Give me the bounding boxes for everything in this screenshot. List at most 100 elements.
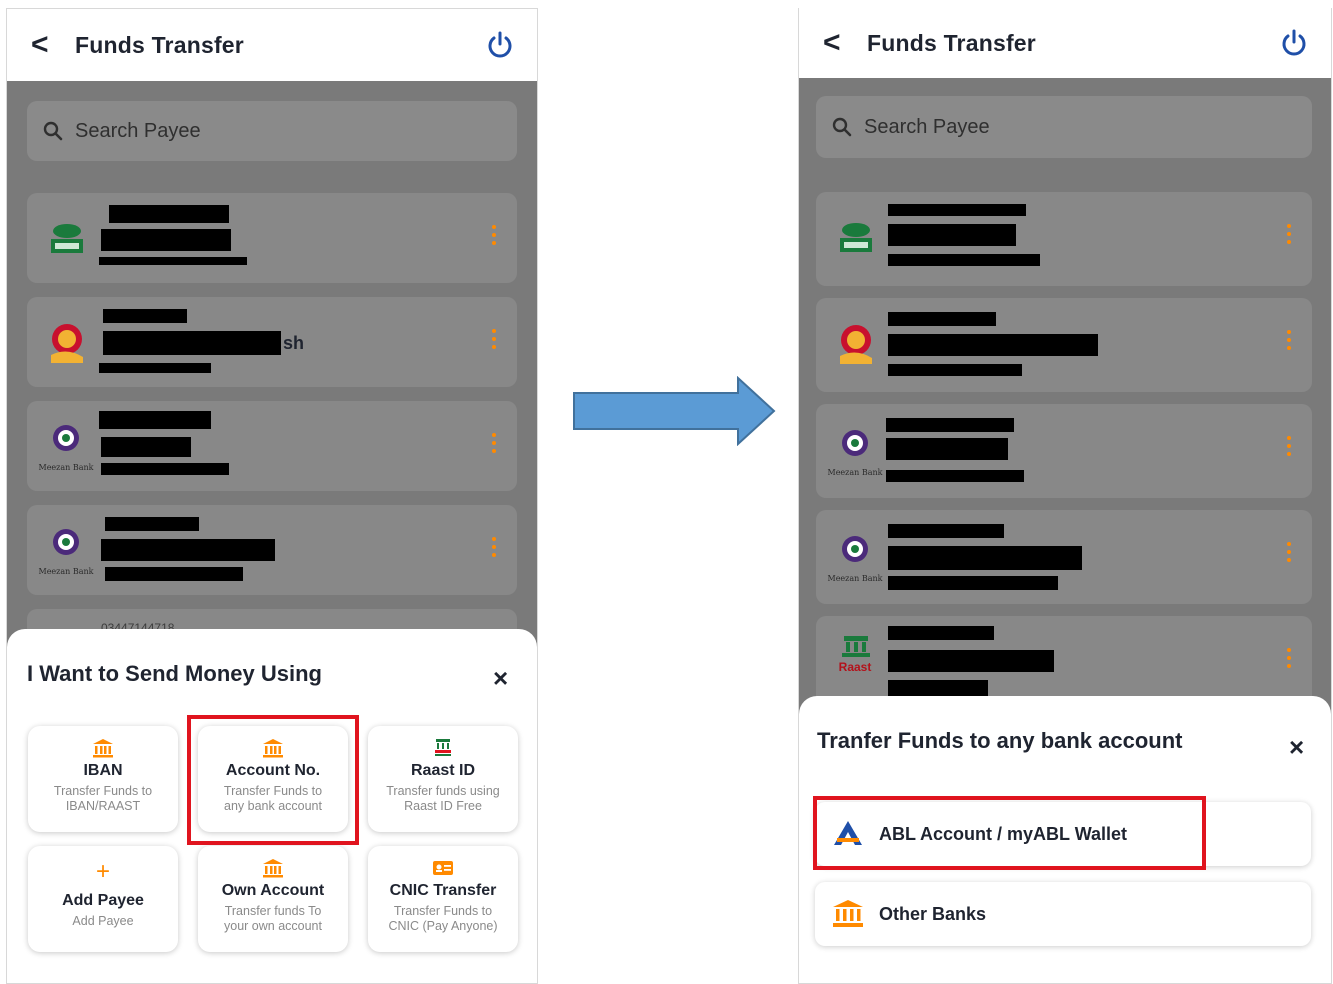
search-icon	[43, 121, 63, 141]
redacted-text	[888, 254, 1040, 266]
more-options-icon[interactable]	[491, 225, 497, 247]
plus-icon: +	[95, 858, 110, 885]
meezan-logo-icon	[842, 536, 868, 562]
power-icon[interactable]	[485, 30, 515, 60]
redacted-text	[888, 204, 1026, 216]
option-subtitle: Transfer funds using	[386, 784, 500, 798]
redacted-text	[886, 418, 1014, 432]
sheet-title: I Want to Send Money Using	[27, 661, 322, 686]
app-bar: < Funds Transfer	[799, 8, 1331, 78]
option-subtitle: any bank account	[224, 799, 322, 813]
more-options-icon[interactable]	[1286, 648, 1292, 670]
payee-row[interactable]: sh	[27, 297, 517, 387]
option-iban[interactable]: IBAN Transfer Funds to IBAN/RAAST	[28, 726, 178, 832]
close-button[interactable]: ×	[493, 665, 508, 691]
bank-icon	[263, 859, 283, 878]
meezan-logo-icon	[53, 529, 79, 555]
id-card-icon	[433, 861, 453, 875]
bank-logo-caption: Meezan Bank	[827, 574, 883, 583]
option-label: ABL Account / myABL Wallet	[879, 823, 1128, 844]
option-subtitle: Transfer Funds to	[53, 784, 153, 798]
more-options-icon[interactable]	[1286, 224, 1292, 246]
bank-icon	[263, 739, 283, 758]
search-input[interactable]: Search Payee	[816, 96, 1312, 158]
option-account-no[interactable]: Account No. Transfer Funds to any bank a…	[198, 726, 348, 832]
other-banks-option[interactable]: Other Banks	[815, 882, 1311, 946]
more-options-icon[interactable]	[491, 537, 497, 559]
option-own-account[interactable]: Own Account Transfer funds To your own a…	[198, 846, 348, 952]
bank-logo-caption: Meezan Bank	[38, 567, 94, 576]
mcb-logo-icon	[51, 224, 83, 253]
search-placeholder: Search Payee	[864, 115, 990, 138]
bank-icon	[93, 739, 113, 758]
redacted-text	[888, 364, 1022, 376]
raast-icon	[435, 739, 451, 756]
back-button[interactable]: <	[823, 28, 867, 58]
more-options-icon[interactable]	[1286, 542, 1292, 564]
payee-row[interactable]: Meezan Bank	[27, 505, 517, 595]
option-add-payee[interactable]: + Add Payee Add Payee	[28, 846, 178, 952]
option-title: Raast ID	[410, 762, 476, 779]
bank-logo-caption: Meezan Bank	[827, 468, 883, 477]
option-title: Own Account	[221, 882, 325, 899]
more-options-icon[interactable]	[1286, 330, 1292, 352]
redacted-text	[101, 463, 229, 475]
search-icon	[832, 117, 852, 137]
right-arrow-icon	[573, 376, 776, 446]
bank-icon	[833, 900, 863, 927]
option-title: Account No.	[225, 762, 321, 779]
option-title: CNIC Transfer	[389, 882, 497, 899]
redacted-text	[888, 524, 1004, 538]
bank-logo-caption: Raast	[838, 660, 872, 674]
right-screen: < Funds Transfer Search Payee Meezan Ban…	[798, 8, 1332, 984]
payee-row[interactable]: Meezan Bank	[816, 404, 1312, 498]
more-options-icon[interactable]	[491, 433, 497, 455]
more-options-icon[interactable]	[1286, 436, 1292, 458]
search-input[interactable]: Search Payee	[27, 101, 517, 161]
page-title: Funds Transfer	[867, 29, 1036, 56]
option-subtitle: Add Payee	[72, 914, 134, 928]
option-subtitle: Transfer funds To	[224, 904, 322, 918]
redacted-text	[888, 312, 996, 326]
option-cnic-transfer[interactable]: CNIC Transfer Transfer Funds to CNIC (Pa…	[368, 846, 518, 952]
redacted-text	[101, 437, 191, 457]
option-raast-id[interactable]: Raast ID Transfer funds using Raast ID F…	[368, 726, 518, 832]
redacted-text	[886, 438, 1008, 460]
page-title: Funds Transfer	[75, 31, 244, 58]
mcb-logo-icon	[840, 223, 872, 252]
redacted-text	[888, 626, 994, 640]
redacted-text	[888, 334, 1098, 356]
bank-logo-icon	[51, 324, 83, 363]
redacted-text	[99, 363, 211, 373]
option-subtitle: your own account	[224, 919, 322, 933]
redacted-text	[109, 205, 229, 223]
abl-logo-icon	[834, 821, 862, 845]
back-button[interactable]: <	[31, 30, 75, 60]
bank-logo-icon	[840, 325, 872, 364]
option-label: Other Banks	[879, 903, 987, 924]
redacted-text	[105, 517, 199, 531]
transfer-options-sheet: Tranfer Funds to any bank account × ABL …	[799, 696, 1331, 983]
option-title: IBAN	[83, 762, 123, 779]
payee-row[interactable]	[27, 193, 517, 283]
payee-row[interactable]: Meezan Bank	[816, 510, 1312, 604]
meezan-logo-icon	[842, 430, 868, 456]
close-button[interactable]: ×	[1289, 734, 1304, 760]
redacted-text	[888, 650, 1054, 672]
redacted-text	[99, 411, 211, 429]
payee-row[interactable]	[816, 192, 1312, 286]
option-subtitle: CNIC (Pay Anyone)	[388, 919, 498, 933]
abl-account-option[interactable]: ABL Account / myABL Wallet	[815, 802, 1311, 866]
redacted-text	[886, 470, 1024, 482]
meezan-logo-icon	[53, 425, 79, 451]
payee-row[interactable]: Meezan Bank	[27, 401, 517, 491]
more-options-icon[interactable]	[491, 329, 497, 351]
payee-row[interactable]	[816, 298, 1312, 392]
power-icon[interactable]	[1279, 28, 1309, 58]
redacted-text	[888, 224, 1016, 246]
bank-logo-caption: Meezan Bank	[38, 463, 94, 472]
option-subtitle: Transfer Funds to	[393, 904, 493, 918]
redacted-text	[101, 229, 231, 251]
redacted-text	[105, 567, 243, 581]
option-subtitle: IBAN/RAAST	[65, 799, 141, 813]
